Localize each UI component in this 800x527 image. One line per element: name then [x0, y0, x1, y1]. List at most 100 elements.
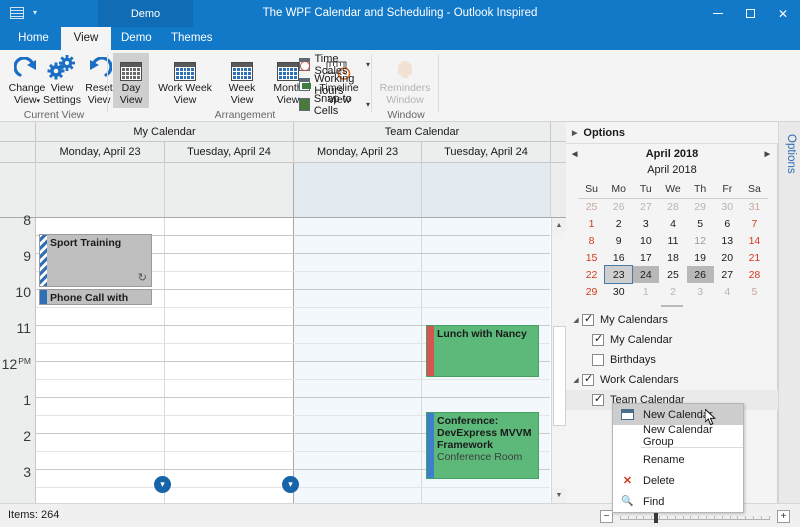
work-week-view-button[interactable]: Work WeekView	[153, 53, 217, 108]
tree-item-my-calendar[interactable]: My Calendar	[566, 330, 778, 350]
mini-cal-day[interactable]: 30	[714, 198, 741, 215]
mini-cal-day[interactable]: 28	[659, 198, 686, 215]
checkbox-team-calendar[interactable]	[592, 394, 604, 406]
calendar-vertical-scrollbar[interactable]: ▲ ▼	[551, 218, 566, 503]
mini-cal-day[interactable]: 25	[578, 198, 605, 215]
checkbox-birthdays[interactable]	[592, 354, 604, 366]
appointment-sport-training[interactable]: Sport Training ↻	[39, 234, 152, 287]
minimize-button[interactable]	[702, 0, 734, 27]
panel-splitter[interactable]	[566, 302, 778, 310]
maximize-button[interactable]	[734, 0, 766, 27]
mini-cal-day[interactable]: 11	[659, 232, 686, 249]
checkbox-work-calendars[interactable]	[582, 374, 594, 386]
tree-item-my-calendars[interactable]: ◢ My Calendars	[566, 310, 778, 330]
options-panel-header[interactable]: ▶ Options	[566, 122, 778, 144]
mini-cal-day-selected-24[interactable]: 24	[632, 266, 659, 283]
mini-cal-day[interactable]: 3	[632, 215, 659, 232]
tab-themes[interactable]: Themes	[161, 27, 221, 50]
mini-cal-day[interactable]: 10	[632, 232, 659, 249]
appointment-phone-call-nancy[interactable]: Phone Call with Nancy	[39, 289, 152, 305]
mini-cal-day[interactable]: 27	[714, 266, 741, 283]
options-vertical-tab[interactable]: Options	[778, 122, 800, 503]
mini-cal-day[interactable]: 2	[659, 283, 686, 300]
tab-home[interactable]: Home	[6, 27, 61, 50]
mini-cal-day[interactable]: 4	[714, 283, 741, 300]
tree-item-work-calendars[interactable]: ◢ Work Calendars	[566, 370, 778, 390]
menu-item-new-calendar[interactable]: New Calendar	[613, 404, 743, 425]
prev-month-button[interactable]: ◀	[572, 150, 577, 158]
chevron-down-icon[interactable]: ▾	[366, 100, 370, 109]
mini-cal-day[interactable]: 27	[632, 198, 659, 215]
group-header-team-calendar[interactable]: Team Calendar	[294, 122, 551, 142]
menu-item-new-calendar-group[interactable]: New Calendar Group	[613, 425, 743, 446]
scroll-down-button[interactable]: ▼	[552, 488, 566, 503]
checkbox-my-calendar[interactable]	[592, 334, 604, 346]
mini-cal-day[interactable]: 15	[578, 249, 605, 266]
mini-cal-day[interactable]: 19	[687, 249, 714, 266]
mini-cal-day[interactable]: 29	[687, 198, 714, 215]
mini-cal-day[interactable]: 21	[741, 249, 768, 266]
day-header-my-mon[interactable]: Monday, April 23	[36, 142, 165, 163]
mini-cal-day[interactable]: 1	[578, 215, 605, 232]
mini-cal-day[interactable]: 30	[605, 283, 632, 300]
mini-cal-day[interactable]: 5	[687, 215, 714, 232]
mini-cal-day[interactable]: 17	[632, 249, 659, 266]
chevron-right-icon[interactable]: ▶	[572, 129, 577, 137]
menu-item-rename[interactable]: Rename	[613, 449, 743, 470]
mini-cal-day[interactable]: 25	[659, 266, 686, 283]
checkbox-my-calendars[interactable]	[582, 314, 594, 326]
mini-cal-day[interactable]: 16	[605, 249, 632, 266]
mini-cal-day[interactable]: 1	[632, 283, 659, 300]
mini-cal-day[interactable]: 12	[687, 232, 714, 249]
qat-calendar-button[interactable]	[5, 2, 29, 24]
mini-cal-day[interactable]: 28	[741, 266, 768, 283]
tab-view[interactable]: View	[61, 27, 111, 50]
mini-cal-day-selected-26[interactable]: 26	[687, 266, 714, 283]
scrollbar-thumb[interactable]	[553, 326, 566, 426]
menu-item-find[interactable]: 🔍 Find	[613, 491, 743, 512]
mini-cal-day[interactable]: 2	[605, 215, 632, 232]
mini-cal-day[interactable]: 20	[714, 249, 741, 266]
chevron-down-icon[interactable]: ▾	[33, 2, 37, 24]
mini-cal-day[interactable]: 13	[714, 232, 741, 249]
more-appointments-button-my-mon[interactable]: ▾	[154, 476, 171, 493]
working-hours-button[interactable]: Working Hours	[297, 75, 372, 94]
tree-item-birthdays[interactable]: Birthdays	[566, 350, 778, 370]
mini-cal-day[interactable]: 8	[578, 232, 605, 249]
demo-window-tab[interactable]: Demo	[98, 0, 193, 27]
mini-cal-day[interactable]: 9	[605, 232, 632, 249]
mini-cal-day[interactable]: 31	[741, 198, 768, 215]
mini-cal-day[interactable]: 3	[687, 283, 714, 300]
mini-cal-day[interactable]: 7	[741, 215, 768, 232]
appointment-conference-devexpress[interactable]: Conference: DevExpress MVVM Framework Co…	[426, 412, 539, 479]
next-month-button[interactable]: ▶	[765, 150, 770, 158]
day-header-my-tue[interactable]: Tuesday, April 24	[165, 142, 294, 163]
tab-demo[interactable]: Demo	[111, 27, 161, 50]
day-header-team-mon[interactable]: Monday, April 23	[294, 142, 422, 163]
group-header-my-calendar[interactable]: My Calendar	[36, 122, 294, 142]
day-header-team-tue[interactable]: Tuesday, April 24	[422, 142, 551, 163]
close-button[interactable]: ✕	[766, 0, 800, 27]
day-view-button[interactable]: DayView	[113, 53, 149, 108]
all-day-cell-my-mon[interactable]	[36, 163, 165, 217]
all-day-cell-team-tue[interactable]	[422, 163, 551, 217]
more-appointments-button-my-tue[interactable]: ▾	[282, 476, 299, 493]
mini-cal-day[interactable]: 29	[578, 283, 605, 300]
expander-icon[interactable]: ◢	[570, 376, 582, 384]
appointment-lunch-nancy[interactable]: Lunch with Nancy	[426, 325, 539, 377]
mini-cal-day[interactable]: 4	[659, 215, 686, 232]
all-day-cell-team-mon[interactable]	[294, 163, 422, 217]
scroll-up-button[interactable]: ▲	[552, 218, 566, 233]
expander-icon[interactable]: ◢	[570, 316, 582, 324]
time-scales-button[interactable]: Time Scales ▾	[297, 55, 372, 74]
mini-cal-day[interactable]: 26	[605, 198, 632, 215]
mini-cal-day[interactable]: 22	[578, 266, 605, 283]
mini-cal-day[interactable]: 14	[741, 232, 768, 249]
zoom-in-button[interactable]: +	[777, 510, 790, 523]
menu-item-delete[interactable]: ✕ Delete	[613, 470, 743, 491]
reminders-window-button[interactable]: RemindersWindow	[378, 53, 432, 108]
mini-cal-day[interactable]: 5	[741, 283, 768, 300]
week-view-button[interactable]: WeekView	[220, 53, 264, 108]
mini-cal-day-selected-23[interactable]: 23	[605, 266, 632, 283]
chevron-down-icon[interactable]: ▾	[366, 60, 370, 69]
